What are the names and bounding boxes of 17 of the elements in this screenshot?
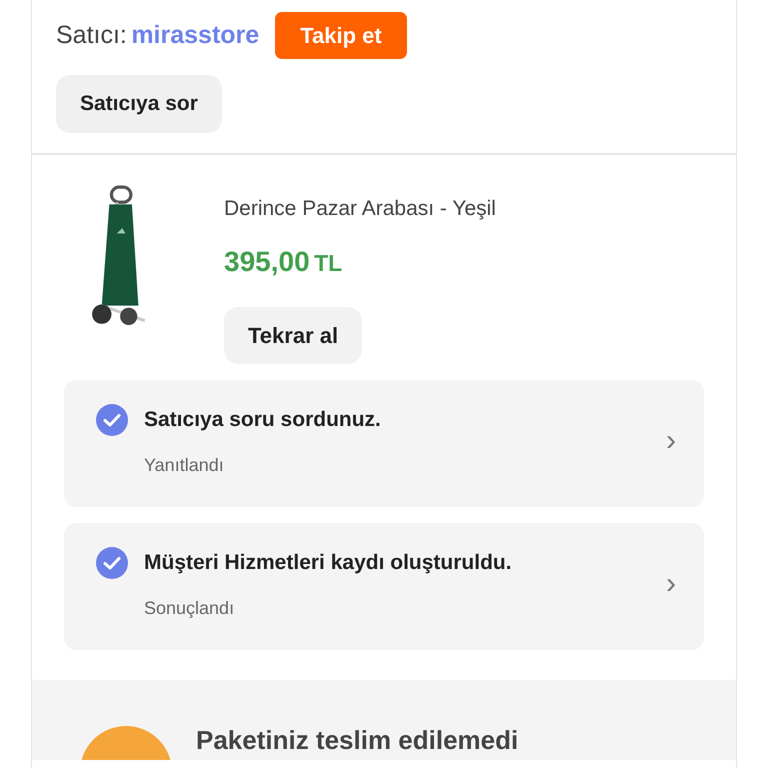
currency-label: TL [314,250,342,276]
chevron-icon: › [666,569,676,599]
product-price: 395,00 [224,246,310,276]
chevron-icon: › [666,426,676,456]
event-title: Müşteri Hizmetleri kaydı oluşturuldu. [144,550,512,576]
status-card[interactable]: Müşteri Hizmetleri kaydı oluşturuldu. Sonuçlandı › [64,522,704,650]
check-icon [96,546,128,578]
delivery-status-title: Paketiniz teslim edilemedi [196,726,518,756]
event-status: Sonuçlandı [144,598,234,618]
event-status: Yanıtlandı [144,454,224,474]
seller-label: Satıcı: [56,20,127,49]
buy-again-button[interactable]: Tekrar al [224,306,362,364]
product-title: Derince Pazar Arabası - Yeşil [224,196,496,222]
status-card[interactable]: Satıcıya soru sordunuz. Yanıtlandı › [64,380,704,506]
ask-seller-button[interactable]: Satıcıya sor [56,75,222,132]
event-title: Satıcıya soru sordunuz. [144,406,381,433]
check-icon [96,404,128,436]
